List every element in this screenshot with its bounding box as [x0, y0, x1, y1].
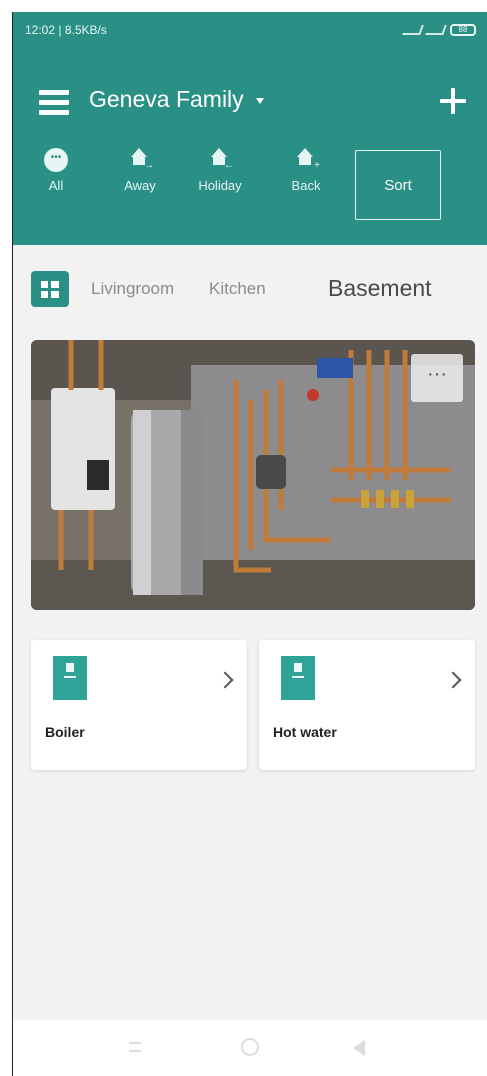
boiler-room-photo [31, 340, 475, 610]
thermostat-icon [281, 656, 315, 700]
device-label: Boiler [45, 724, 85, 740]
sort-button[interactable]: Sort [355, 150, 441, 220]
chevron-right-icon [444, 671, 462, 689]
tab-kitchen[interactable]: Kitchen [209, 279, 266, 299]
top-bar: Geneva Family [13, 82, 487, 122]
home-circle-icon[interactable] [241, 1038, 259, 1056]
mode-label: Back [291, 178, 321, 193]
app-screen: 12:02 | 8.5KB/s 88 Geneva Family All → [12, 12, 487, 1076]
header: 12:02 | 8.5KB/s 88 Geneva Family All → [13, 12, 487, 245]
add-icon[interactable] [440, 88, 466, 114]
recents-icon[interactable] [129, 1042, 141, 1052]
more-circle-icon [44, 148, 68, 172]
mode-label: Away [124, 178, 156, 193]
signal-icon [402, 25, 424, 35]
home-name: Geneva Family [89, 86, 244, 112]
status-icons: 88 [402, 24, 476, 36]
back-icon[interactable] [353, 1040, 365, 1056]
mode-label: Holiday [198, 178, 242, 193]
house-back-icon: + [294, 148, 320, 172]
status-bar: 12:02 | 8.5KB/s 88 [13, 12, 487, 48]
tab-livingroom[interactable]: Livingroom [91, 279, 174, 299]
room-grid-icon[interactable] [31, 271, 69, 307]
house-holiday-icon: ← [208, 148, 234, 172]
device-label: Hot water [273, 724, 337, 740]
signal-icon-2 [425, 25, 447, 35]
status-time: 12:02 | 8.5KB/s [25, 23, 107, 37]
system-nav-bar [13, 1020, 487, 1076]
battery-icon: 88 [450, 24, 476, 36]
tab-basement[interactable]: Basement [328, 275, 432, 302]
room-tabs: Livingroom Kitchen Basement [13, 267, 487, 317]
house-away-icon: → [128, 148, 154, 172]
thermostat-icon [53, 656, 87, 700]
device-card-hot-water[interactable]: Hot water [259, 640, 475, 770]
photo-menu-button[interactable]: ··· [411, 354, 463, 402]
mode-back[interactable]: + Back [271, 148, 341, 193]
room-photo: ··· [31, 340, 475, 610]
menu-icon[interactable] [39, 90, 69, 115]
caret-down-icon [255, 97, 264, 104]
mode-away[interactable]: → Away [105, 148, 175, 193]
home-selector[interactable]: Geneva Family [89, 86, 264, 113]
device-card-boiler[interactable]: Boiler [31, 640, 247, 770]
chevron-right-icon [216, 671, 234, 689]
mode-label: All [48, 178, 64, 193]
mode-all[interactable]: All [21, 148, 91, 193]
mode-holiday[interactable]: ← Holiday [185, 148, 255, 193]
